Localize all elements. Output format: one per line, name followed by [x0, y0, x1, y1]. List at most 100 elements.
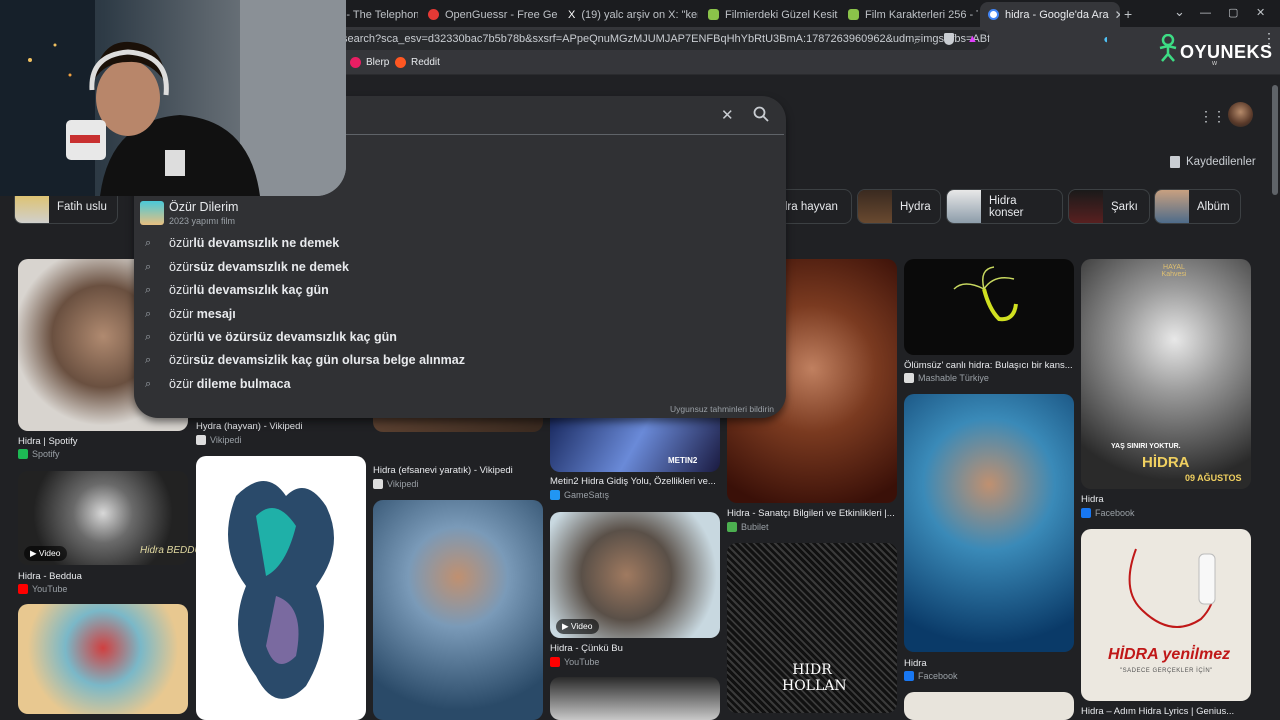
streamer-webcam-image: [0, 0, 346, 196]
search-icon[interactable]: [752, 105, 770, 123]
result-title[interactable]: Hydra (hayvan) - Vikipedi: [196, 421, 366, 432]
result-title[interactable]: Hidra | Spotify: [18, 436, 188, 447]
scrollbar-thumb[interactable]: [1272, 85, 1278, 195]
suggestion-item[interactable]: ⌕ özürsüz devamsızlık ne demek: [145, 260, 349, 274]
source-label: Facebook: [918, 671, 958, 681]
suggestion-completion: süz devamsizlik kaç gün olursa belge alı…: [193, 353, 465, 367]
video-label: Video: [570, 621, 593, 631]
new-tab-button[interactable]: +: [1124, 6, 1132, 22]
bookmark-label: Blerp: [366, 57, 390, 68]
facebook-icon: [904, 671, 914, 681]
bookmark-reddit[interactable]: Reddit: [395, 57, 440, 68]
poster-title: HİDRA: [1142, 454, 1190, 471]
result-source: YouTube: [550, 657, 599, 667]
tab-active[interactable]: hidra - Google'da Ara ✕: [980, 2, 1120, 27]
result-title[interactable]: Hidra – Adım Hidra Lyrics | Genius...: [1081, 706, 1251, 717]
report-suggestions-link[interactable]: Uygunsuz tahminleri bildirin: [670, 404, 774, 414]
search-icon: ⌕: [145, 377, 152, 390]
result-source: Facebook: [904, 671, 958, 681]
wikipedia-icon: [373, 479, 383, 489]
maximize-button[interactable]: ▢: [1228, 6, 1238, 19]
suggestion-item[interactable]: ⌕ özürsüz devamsizlik kaç gün olursa belg…: [145, 353, 465, 367]
tab-title: (19) yalc arşiv on X: "kendi fiy: [581, 8, 698, 21]
saved-link[interactable]: Kaydedilenler: [1186, 156, 1256, 168]
image-result[interactable]: [550, 677, 720, 720]
suggestion-prefix: özür: [169, 330, 194, 344]
result-title[interactable]: Hidra - Çünkü Bu: [550, 643, 720, 654]
image-result[interactable]: [904, 394, 1074, 652]
tab[interactable]: OpenGuessr - Free GeoGuess: [420, 2, 558, 27]
image-result[interactable]: [1081, 529, 1251, 701]
image-result[interactable]: [196, 456, 366, 720]
chip[interactable]: Hydra: [857, 189, 941, 224]
suggestion-item[interactable]: ⌕ özürlü devamsızlık ne demek: [145, 236, 339, 250]
suggestion-prefix: özür: [169, 377, 197, 391]
image-result[interactable]: [373, 500, 543, 720]
tab[interactable]: X (19) yalc arşiv on X: "kendi fiy: [560, 2, 698, 27]
video-badge: ▶ Video: [556, 619, 599, 634]
chip[interactable]: Şarkı: [1068, 189, 1150, 224]
tab-close-icon[interactable]: ✕: [1115, 8, 1120, 22]
result-title[interactable]: Hidra: [904, 658, 1074, 669]
wikipedia-icon: [196, 435, 206, 445]
bubilet-icon: [727, 522, 737, 532]
poster-date: 09 AĞUSTOS: [1185, 473, 1242, 483]
chip-thumbnail: [947, 190, 981, 223]
reddit-icon: [395, 57, 406, 68]
video-label: Video: [38, 548, 61, 558]
minimize-button[interactable]: —: [1200, 7, 1211, 19]
result-title[interactable]: Metin2 Hidra Gidiş Yolu, Özellikleri ve.…: [550, 476, 720, 487]
suggestion-item[interactable]: ⌕ özür dileme bulmaca: [145, 377, 291, 391]
suggestion-item[interactable]: ⌕ özürlü devamsızlık kaç gün: [145, 283, 329, 297]
suggestion-thumbnail: [140, 201, 164, 225]
avatar[interactable]: [1228, 102, 1253, 127]
image-result[interactable]: [18, 604, 188, 714]
source-label: Vikipedi: [210, 435, 242, 445]
oyuneks-logo-icon: [1158, 33, 1178, 62]
chip-label: Fatih uslu: [57, 200, 107, 213]
top-suggestion-title[interactable]: Özür Dilerim: [169, 200, 238, 214]
source-label: YouTube: [564, 657, 600, 667]
result-title[interactable]: Hidra: [1081, 494, 1251, 505]
tab-search-icon[interactable]: ⌄: [1174, 4, 1185, 20]
tab[interactable]: Filmierdeki Güzel Kesitler - Tie: [700, 2, 838, 27]
bookmark-icon[interactable]: [1170, 156, 1180, 168]
result-source: Mashable Türkiye: [904, 373, 989, 383]
clear-search-button[interactable]: ✕: [721, 106, 734, 124]
suggestion-prefix: özür: [169, 307, 197, 321]
result-source: Vikipedi: [373, 479, 418, 489]
close-window-button[interactable]: ✕: [1256, 6, 1265, 19]
shield-icon[interactable]: [944, 33, 954, 45]
suggestion-completion: dileme bulmaca: [196, 377, 291, 391]
poster-text: YAŞ SINIRI YOKTUR.: [1111, 443, 1181, 450]
image-result[interactable]: [904, 259, 1074, 355]
suggestion-item[interactable]: ⌕ özürlü ve özürsüz devamsızlık kaç gün: [145, 330, 397, 344]
result-title[interactable]: Hidra (efsanevi yaratık) - Vikipedi: [373, 465, 543, 476]
tab[interactable]: Film Karakterleri 256 - Tier List: [840, 2, 978, 27]
youtube-icon: [18, 584, 28, 594]
poster-brand: HAYAL Kahvesi: [1161, 264, 1187, 278]
image-result[interactable]: [373, 418, 543, 432]
result-title[interactable]: Hidra - Sanatçı Bilgileri ve Etkinlikler…: [727, 508, 897, 519]
hydra-organism-illustration: [953, 266, 1018, 322]
address-bar[interactable]: search?sca_esv=d32330bac7b5b78b&sxsrf=AP…: [330, 30, 990, 50]
chip-thumbnail: [1069, 190, 1103, 223]
extension-icon[interactable]: ▲: [967, 33, 978, 45]
zoom-icon[interactable]: ⌕: [914, 33, 921, 48]
tab-favicon-icon: [428, 9, 439, 20]
result-title[interactable]: Hidra - Beddua: [18, 571, 188, 582]
video-badge: ▶ Video: [24, 546, 67, 561]
result-title[interactable]: Ölümsüz' canlı hidra: Bulaşıcı bir kans.…: [904, 360, 1074, 371]
chip-label: Şarkı: [1111, 200, 1138, 213]
tab-title: OpenGuessr - Free GeoGuess: [445, 8, 558, 21]
metin2-logo: METIN2: [668, 456, 698, 465]
extension-icon[interactable]: ◖: [1102, 32, 1109, 46]
suggestion-item[interactable]: ⌕ özür mesajı: [145, 307, 236, 321]
image-result[interactable]: [904, 692, 1074, 720]
result-source: YouTube: [18, 584, 67, 594]
chip[interactable]: Hidra konser: [946, 189, 1063, 224]
chip[interactable]: Albüm: [1154, 189, 1241, 224]
bookmark-blerp[interactable]: Blerp: [350, 57, 389, 68]
blerp-icon: [350, 57, 361, 68]
search-input[interactable]: [348, 104, 708, 128]
